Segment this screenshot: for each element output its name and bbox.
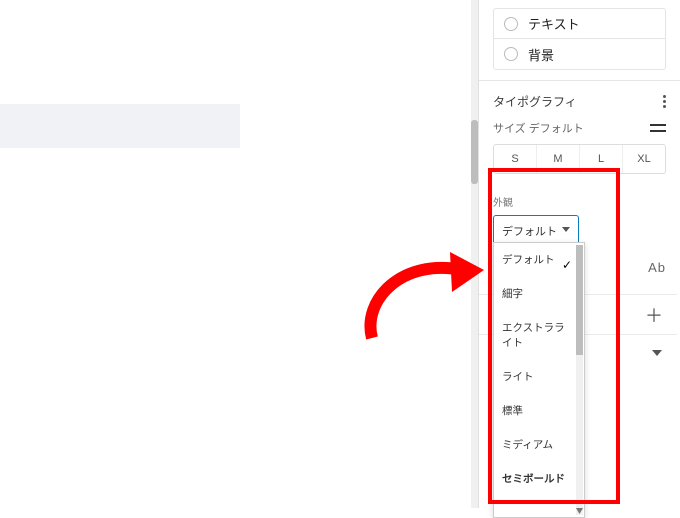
content-placeholder xyxy=(0,104,240,148)
settings-sidebar: テキスト 背景 タイポグラフィ サイズ デフォルト S M L XL xyxy=(478,0,680,508)
dropdown-option-default[interactable]: デフォルト ✓ xyxy=(494,243,576,277)
dropdown-option-light[interactable]: ライト xyxy=(494,360,576,394)
appearance-label: 外観 xyxy=(493,194,666,209)
color-text-label: テキスト xyxy=(528,14,580,33)
appearance-section: 外観 デフォルト デフォルト ✓ 細字 エクストラライト ライト xyxy=(479,186,680,255)
swatch-icon xyxy=(504,17,518,31)
size-m-button[interactable]: M xyxy=(537,145,580,173)
color-background-label: 背景 xyxy=(528,45,554,64)
color-section: テキスト 背景 xyxy=(479,0,680,80)
kebab-icon[interactable] xyxy=(663,95,666,108)
typography-section: タイポグラフィ サイズ デフォルト S M L XL xyxy=(479,80,680,186)
chevron-down-icon xyxy=(562,227,570,235)
dropdown-option-semibold[interactable]: セミボールド xyxy=(494,462,576,496)
size-default-label: デフォルト xyxy=(529,123,584,135)
size-label: サイズ xyxy=(493,123,526,135)
dropdown-option-thin[interactable]: 細字 xyxy=(494,277,576,311)
editor-canvas xyxy=(0,0,470,508)
typography-title: タイポグラフィ xyxy=(493,93,577,110)
dropdown-scrollbar-thumb[interactable] xyxy=(576,245,583,355)
sidebar-scrollbar[interactable] xyxy=(471,0,478,508)
swatch-icon xyxy=(504,47,518,61)
appearance-value: デフォルト xyxy=(502,223,557,239)
appearance-dropdown: デフォルト ✓ 細字 エクストラライト ライト 標準 ミディアム xyxy=(493,242,585,518)
plus-icon[interactable]: ＋ xyxy=(645,307,663,325)
size-button-group: S M L XL xyxy=(493,144,666,174)
scroll-down-arrow-icon[interactable] xyxy=(576,507,583,515)
size-s-button[interactable]: S xyxy=(494,145,537,173)
dropdown-option-extralight[interactable]: エクストラライト xyxy=(494,311,576,359)
color-text-row[interactable]: テキスト xyxy=(494,9,665,39)
dropdown-list: デフォルト ✓ 細字 エクストラライト ライト 標準 ミディアム xyxy=(494,243,576,517)
sliders-icon[interactable] xyxy=(650,122,666,134)
dropdown-option-regular[interactable]: 標準 xyxy=(494,394,576,428)
dropdown-scrollbar[interactable] xyxy=(576,245,583,515)
size-xl-button[interactable]: XL xyxy=(623,145,665,173)
chevron-down-icon[interactable] xyxy=(651,347,663,359)
check-icon: ✓ xyxy=(562,257,572,273)
size-l-button[interactable]: L xyxy=(580,145,623,173)
dropdown-option-medium[interactable]: ミディアム xyxy=(494,428,576,462)
color-background-row[interactable]: 背景 xyxy=(494,39,665,69)
scrollbar-thumb[interactable] xyxy=(471,120,478,184)
letter-case-sample[interactable]: Ab xyxy=(648,260,666,275)
